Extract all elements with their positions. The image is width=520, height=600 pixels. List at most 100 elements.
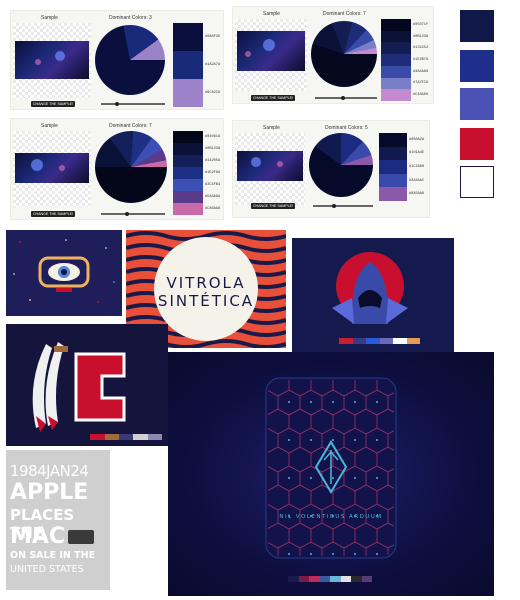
palette-chip bbox=[76, 434, 91, 440]
swatch-hex-label: #04061A bbox=[205, 135, 221, 139]
change-sample-button[interactable]: CHANGE THE SAMPLE! bbox=[31, 101, 75, 107]
swatch: #1E2F86 bbox=[173, 167, 220, 179]
palette-chip bbox=[352, 338, 367, 344]
change-sample-button[interactable]: CHANGE THE SAMPLE! bbox=[251, 95, 295, 101]
palette-chip bbox=[133, 434, 148, 440]
swatch-hex-label: #8A5AA8 bbox=[409, 192, 425, 197]
palette-chip bbox=[351, 576, 362, 582]
change-sample-button[interactable]: CHANGE THE SAMPLE! bbox=[31, 211, 75, 217]
color-panel-4: Sample Dominant Colors: 5 CHANGE THE SAM… bbox=[232, 120, 430, 218]
sample-label: Sample bbox=[41, 123, 58, 129]
swatch-hex-label: #1C2A80 bbox=[409, 164, 425, 169]
swatch-hex-label: #05071F bbox=[413, 22, 429, 27]
mac-computer-icon bbox=[68, 530, 94, 544]
swatch-hex-label: #1E2F86 bbox=[205, 171, 221, 175]
eye-illustration-card bbox=[6, 230, 122, 316]
hooded-figure-icon bbox=[312, 252, 434, 330]
sample-photo bbox=[15, 153, 89, 183]
swatch: #3A4AA8 bbox=[381, 65, 428, 78]
swatch-hex-label: #3C4FB4 bbox=[205, 183, 221, 187]
palette-chip bbox=[90, 434, 105, 440]
hooded-figure-card bbox=[292, 238, 454, 352]
swatch-hex-label: #0A0F3D bbox=[205, 35, 221, 39]
palette-chip bbox=[298, 576, 309, 582]
swatch: #C48AD0 bbox=[381, 89, 428, 102]
feathered-c-logo-icon bbox=[32, 342, 126, 432]
dominant-colors-pie bbox=[95, 25, 165, 95]
hood-palette-bar bbox=[326, 338, 420, 344]
color-count-slider[interactable] bbox=[101, 212, 165, 216]
swatch-hex-label: #1E2B78 bbox=[413, 58, 429, 63]
swatch-list: #05071F #0B1238 #131D52 #1E2B78 #3A4AA8 #7A7E… bbox=[381, 19, 428, 102]
swatch-hex-label: #060A2A bbox=[409, 137, 425, 142]
color-count-slider[interactable] bbox=[101, 102, 165, 106]
swatch: #14205A bbox=[173, 155, 220, 167]
swatch: #9C82C8 bbox=[173, 79, 220, 107]
swatch-hex-label: #9C82C8 bbox=[205, 91, 221, 95]
swatch: #3C4FB4 bbox=[173, 179, 220, 191]
swatch: #0A0F3D bbox=[173, 23, 220, 51]
swatch: #1C2A80 bbox=[379, 160, 424, 174]
swatch: #05071F bbox=[381, 19, 428, 31]
eye-icon bbox=[13, 239, 115, 303]
color-count-slider[interactable] bbox=[315, 96, 377, 100]
swatch-hex-label: #14205A bbox=[205, 159, 221, 163]
geometric-poster-art bbox=[265, 377, 397, 559]
swatch-hex-label: #5A3A8A bbox=[205, 195, 221, 199]
swatch: #7A7EC8 bbox=[381, 77, 428, 90]
palette-swatch-navy bbox=[460, 10, 494, 42]
sample-photo bbox=[237, 151, 303, 181]
swatch-hex-label: #3A4AA8 bbox=[413, 69, 429, 74]
apple-date: 1984JAN24 bbox=[10, 462, 89, 480]
dominant-colors-pie bbox=[311, 21, 377, 87]
color-count-slider[interactable] bbox=[313, 204, 373, 208]
palette-chip bbox=[361, 576, 372, 582]
swatch-hex-label: #C86AA8 bbox=[205, 207, 221, 211]
swatch: #C86AA8 bbox=[173, 203, 220, 215]
dominant-colors-pie bbox=[309, 133, 373, 197]
swatch: #101A4E bbox=[379, 146, 424, 161]
color-panel-1: Sample Dominant Colors: 3 CHANGE THE SAM… bbox=[10, 10, 224, 110]
swatch: #1A2A7A bbox=[173, 51, 220, 79]
apple-on-sale: ON SALE IN THE bbox=[10, 550, 96, 561]
palette-chip bbox=[288, 576, 299, 582]
swatch-hex-label: #7A7EC8 bbox=[413, 81, 429, 86]
apple-typography-card: 1984JAN24 APPLE PLACES THE MAC ON SALE I… bbox=[6, 450, 110, 590]
palette-chip bbox=[339, 338, 353, 344]
swatch: #5A3A8A bbox=[173, 191, 220, 203]
dominant-colors-label: Dominant Colors: 5 bbox=[325, 125, 368, 131]
dominant-colors-label: Dominant Colors: 7 bbox=[109, 123, 152, 129]
change-sample-button[interactable]: CHANGE THE SAMPLE! bbox=[251, 203, 295, 209]
slider-knob[interactable] bbox=[340, 96, 345, 100]
swatch-list: #04061A #0B1238 #14205A #1E2F86 #3C4FB4 #5A3A… bbox=[173, 131, 220, 215]
dominant-colors-label: Dominant Colors: 7 bbox=[323, 11, 366, 17]
swatch-list: #060A2A #101A4E #1C2A80 #3A4AAC #8A5AA8 bbox=[379, 133, 424, 201]
swatch-hex-label: #101A4E bbox=[409, 151, 425, 156]
swatch-hex-label: #3A4AAC bbox=[409, 178, 425, 183]
swatch-hex-label: #1A2A7A bbox=[205, 63, 221, 67]
swatch-hex-label: #0B1238 bbox=[413, 34, 429, 39]
apple-mac: MAC bbox=[10, 524, 66, 549]
sample-photo bbox=[237, 31, 305, 71]
dominant-colors-pie bbox=[95, 131, 167, 203]
color-panel-3: Sample Dominant Colors: 7 CHANGE THE SAM… bbox=[10, 118, 224, 220]
vitrola-title-line-1: VITROLA bbox=[166, 274, 246, 292]
swatch: #131D52 bbox=[381, 42, 428, 55]
slider-knob[interactable] bbox=[332, 204, 336, 208]
palette-swatch-royal-blue bbox=[460, 50, 494, 82]
palette-swatch-white bbox=[460, 166, 494, 198]
palette-chip bbox=[118, 434, 134, 440]
sample-label: Sample bbox=[263, 125, 280, 131]
geometric-poster-card: NIL VOLENTIBUS ARDUUM bbox=[168, 352, 494, 596]
swatch-hex-label: #C48AD0 bbox=[413, 93, 429, 98]
swatch: #04061A bbox=[173, 131, 220, 143]
swatch-hex-label: #131D52 bbox=[413, 46, 429, 51]
vitrola-title-line-2: SINTÉTICA bbox=[157, 292, 255, 310]
apple-united-states: UNITED STATES bbox=[10, 564, 84, 575]
slider-knob[interactable] bbox=[115, 102, 119, 106]
palette-chip bbox=[104, 434, 119, 440]
swatch: #0B1238 bbox=[173, 143, 220, 155]
slider-knob[interactable] bbox=[124, 212, 129, 216]
sample-photo bbox=[15, 41, 89, 79]
palette-chip bbox=[147, 434, 162, 440]
